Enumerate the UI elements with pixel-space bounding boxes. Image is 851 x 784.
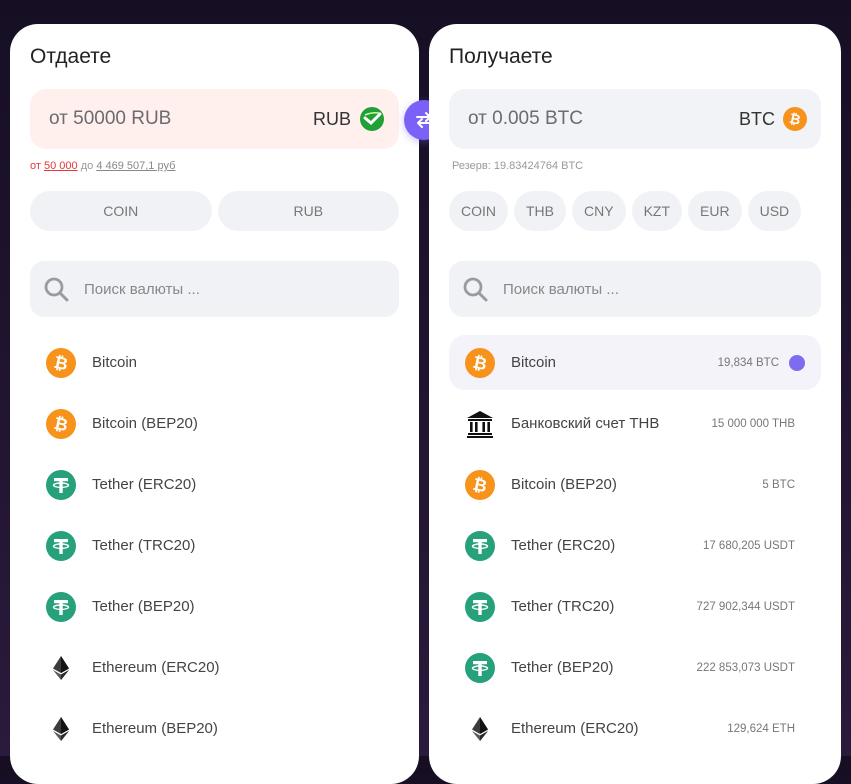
get-amount-field[interactable]: от 0.005 BTC BTC ₿	[449, 89, 821, 149]
tether-icon	[46, 530, 76, 561]
currency-name: Bitcoin (BEP20)	[511, 476, 617, 493]
get-title: Получаете	[449, 45, 553, 68]
currency-name: Bitcoin	[92, 354, 138, 371]
reserve-wrap: 222 853,073 USDT	[697, 662, 795, 674]
limit-to-label: до	[80, 160, 94, 172]
get-panel: Получаете от 0.005 BTC BTC ₿ Резерв: 19.…	[429, 24, 841, 784]
give-amount-field[interactable]: от 50000 RUB RUB	[30, 89, 399, 149]
currency-name: Bitcoin	[511, 354, 557, 371]
reserve-wrap: 5 BTC	[762, 479, 795, 491]
sberbank-icon	[359, 106, 385, 132]
limit-min-link[interactable]: 50 000	[44, 160, 78, 172]
give-amount-text[interactable]: от 50000 RUB	[49, 108, 171, 130]
bitcoin-icon: ₿	[465, 469, 495, 500]
bitcoin-icon: ₿	[465, 347, 495, 378]
ethereum-icon	[46, 714, 76, 744]
give-search-input[interactable]	[82, 279, 366, 299]
reserve-wrap: 727 902,344 USDT	[697, 601, 795, 613]
give-limits: от 50 000 до 4 469 507,1 руб	[30, 159, 399, 173]
search-icon	[42, 275, 70, 303]
reserve-wrap: 17 680,205 USDT	[703, 540, 795, 552]
currency-name: Tether (TRC20)	[511, 598, 615, 615]
currency-name: Банковский счет THB	[511, 415, 660, 432]
get-filter-chip[interactable]: USD	[747, 191, 802, 231]
reserve-wrap: 19,834 BTC	[717, 354, 805, 371]
currency-reserve: 129,624 ETH	[727, 722, 795, 735]
currency-reserve: 727 902,344 USDT	[696, 600, 795, 613]
reserve-wrap: 129,624 ETH	[727, 723, 795, 735]
get-reserve: Резерв: 19.83424764 BTC	[452, 160, 584, 172]
get-filters: COIN THB CNY KZT EUR USD	[449, 191, 821, 231]
currency-reserve: 15 000 000 THB	[711, 417, 795, 430]
get-search[interactable]	[449, 261, 821, 317]
bitcoin-icon: ₿	[46, 347, 76, 378]
give-filter-chip[interactable]: RUB	[217, 191, 399, 231]
get-currency[interactable]: BTC ₿	[739, 107, 807, 131]
currency-name: Bitcoin (BEP20)	[92, 415, 198, 432]
selected-indicator	[789, 354, 805, 371]
give-filter-chip[interactable]: COIN	[30, 191, 212, 231]
currency-name: Tether (BEP20)	[511, 659, 614, 676]
bitcoin-icon: ₿	[783, 107, 807, 131]
get-amount-text[interactable]: от 0.005 BTC	[468, 108, 583, 130]
give-currency[interactable]: RUB	[313, 106, 385, 132]
currency-row[interactable]: Tether (BEP20) 222 853,073 USDT	[449, 640, 821, 695]
currency-row[interactable]: ₿ Bitcoin (BEP20) 5 BTC	[449, 457, 821, 512]
tether-icon	[46, 591, 76, 622]
tether-icon	[465, 652, 495, 683]
currency-name: Tether (BEP20)	[92, 598, 195, 615]
currency-row[interactable]: Tether (ERC20)	[30, 457, 399, 512]
currency-row[interactable]: ₿ Bitcoin	[30, 335, 399, 390]
tether-icon	[46, 469, 76, 500]
currency-name: Tether (ERC20)	[92, 476, 197, 493]
give-search[interactable]	[30, 261, 399, 317]
give-filters: COIN RUB	[30, 191, 399, 231]
currency-reserve: 5 BTC	[762, 478, 795, 491]
currency-row[interactable]: Ethereum (BEP20)	[30, 701, 399, 756]
get-filter-chip[interactable]: CNY	[572, 191, 626, 231]
currency-row[interactable]: Ethereum (ERC20)	[30, 640, 399, 695]
get-filter-chip[interactable]: COIN	[449, 191, 508, 231]
tether-icon	[465, 591, 495, 622]
reserve-wrap: 15 000 000 THB	[711, 418, 795, 430]
currency-row[interactable]: Tether (BEP20)	[30, 579, 399, 634]
limit-max-link[interactable]: 4 469 507,1 руб	[96, 160, 175, 172]
get-search-input[interactable]	[501, 279, 785, 299]
get-filter-chip[interactable]: EUR	[688, 191, 742, 231]
currency-row[interactable]: Tether (TRC20) 727 902,344 USDT	[449, 579, 821, 634]
currency-name: Ethereum (BEP20)	[92, 720, 218, 737]
currency-row[interactable]: Банковский счет THB 15 000 000 THB	[449, 396, 821, 451]
currency-row[interactable]: Tether (TRC20)	[30, 518, 399, 573]
currency-name: Tether (TRC20)	[92, 537, 196, 554]
get-currency-code: BTC	[739, 108, 775, 129]
currency-reserve: 19,834 BTC	[717, 356, 779, 369]
tether-icon	[465, 530, 495, 561]
bank-icon	[465, 409, 495, 439]
get-currency-list: ₿ Bitcoin 19,834 BTC Банковский счет THB 15 …	[449, 335, 821, 756]
limit-from-label: от	[30, 160, 41, 172]
currency-name: Ethereum (ERC20)	[511, 720, 639, 737]
give-panel: Отдаете от 50000 RUB RUB от 50 000 до 4 …	[10, 24, 419, 784]
ethereum-icon	[465, 714, 495, 744]
get-filter-chip[interactable]: THB	[514, 191, 566, 231]
currency-row[interactable]: Tether (ERC20) 17 680,205 USDT	[449, 518, 821, 573]
give-title: Отдаете	[30, 45, 112, 68]
currency-reserve: 17 680,205 USDT	[702, 539, 795, 552]
currency-reserve: 222 853,073 USDT	[696, 661, 795, 674]
currency-name: Ethereum (ERC20)	[92, 659, 220, 676]
ethereum-icon	[46, 653, 76, 683]
currency-row[interactable]: Ethereum (ERC20) 129,624 ETH	[449, 701, 821, 756]
currency-row[interactable]: ₿ Bitcoin 19,834 BTC	[449, 335, 821, 390]
get-filter-chip[interactable]: KZT	[631, 191, 683, 231]
give-currency-list: ₿ Bitcoin ₿ Bitcoin (BEP20) Tether (ERC20) Te…	[30, 335, 399, 756]
currency-name: Tether (ERC20)	[511, 537, 616, 554]
currency-row[interactable]: ₿ Bitcoin (BEP20)	[30, 396, 399, 451]
search-icon	[461, 275, 489, 303]
bitcoin-icon: ₿	[46, 408, 76, 439]
give-currency-code: RUB	[312, 108, 351, 129]
